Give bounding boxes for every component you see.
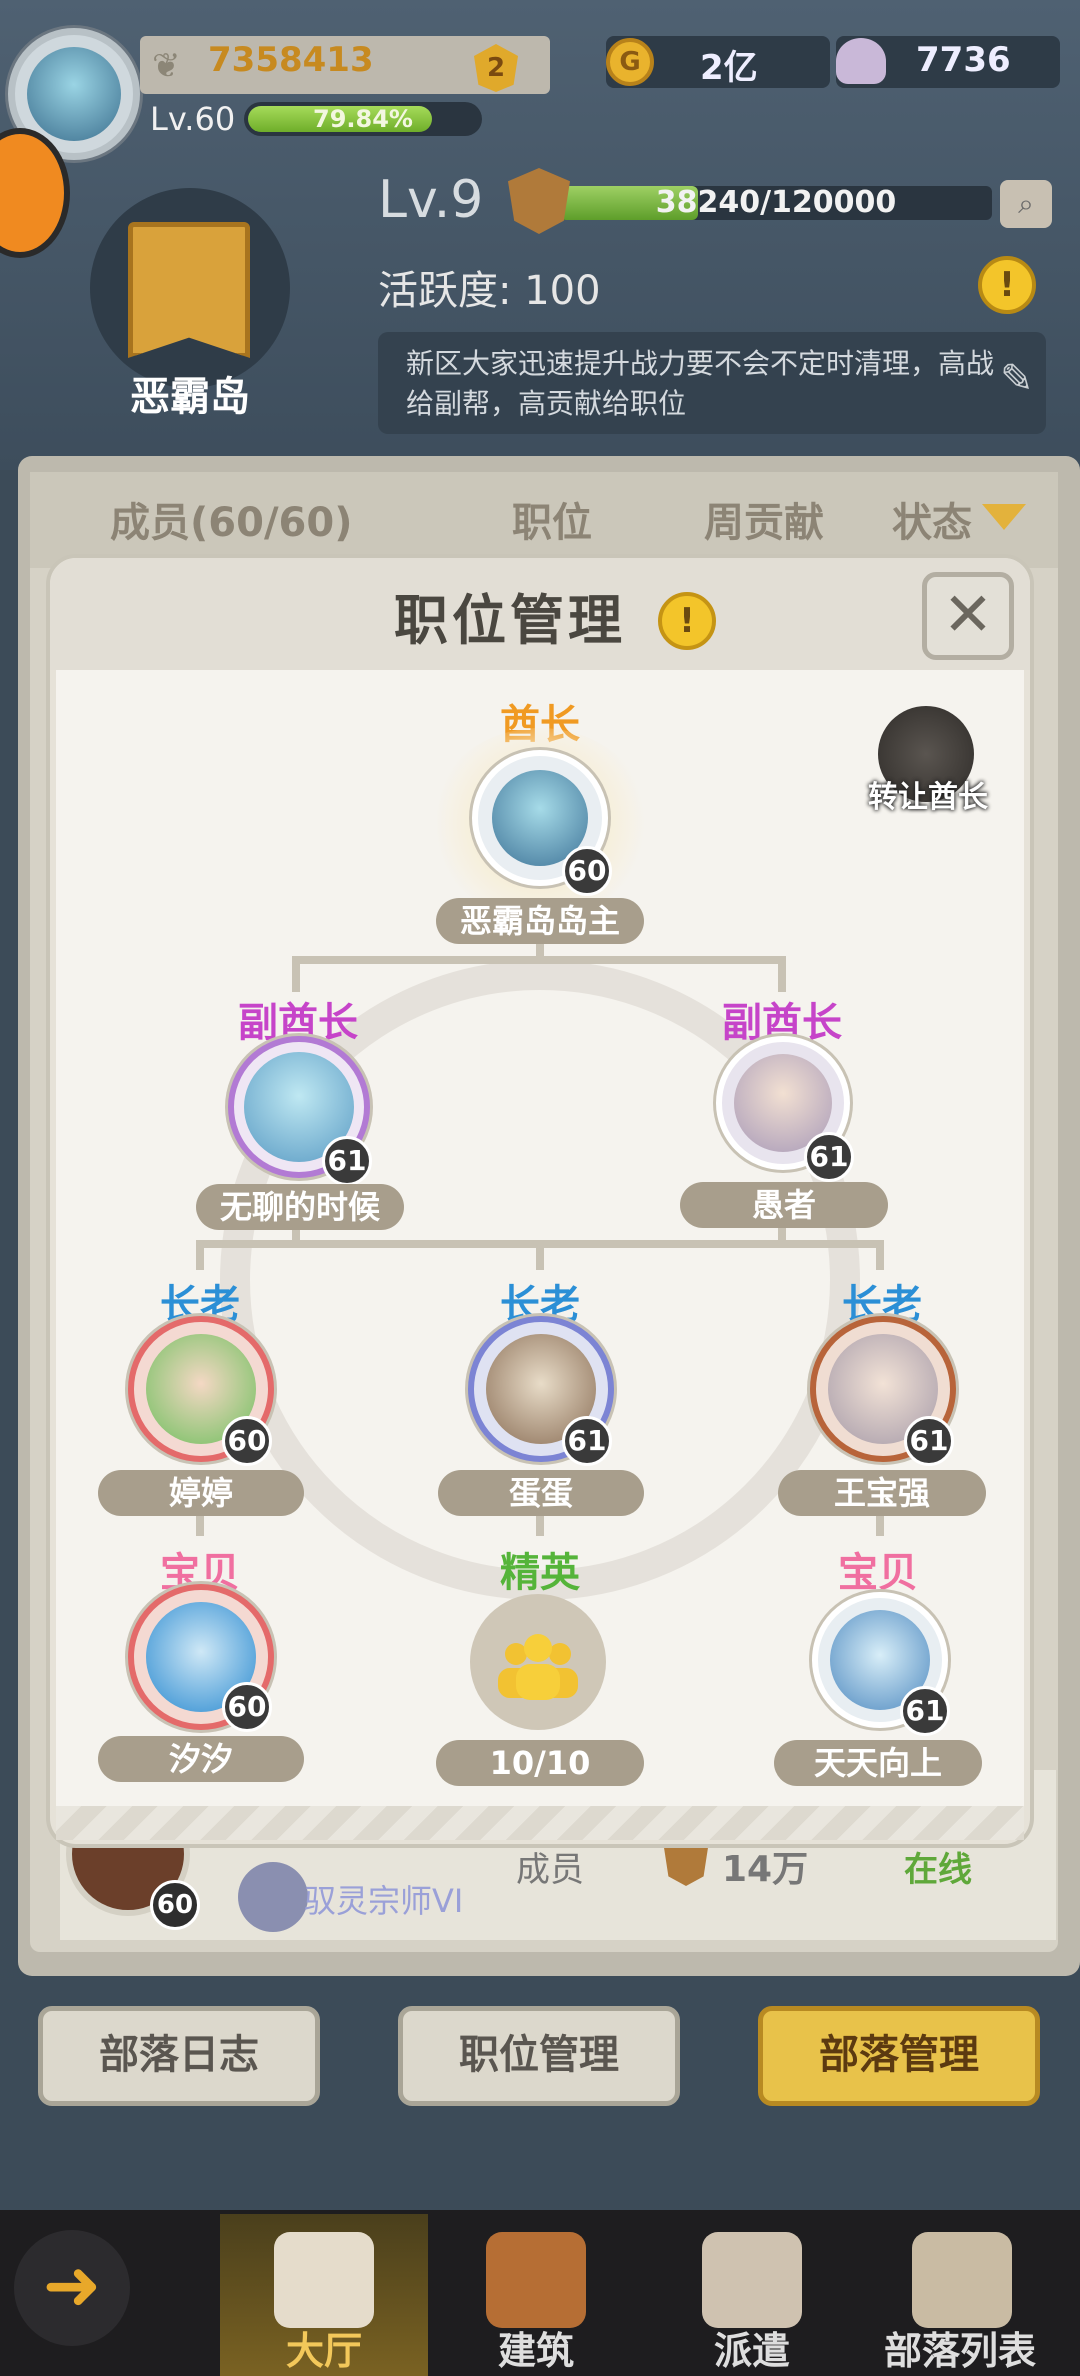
player-exp-text: 79.84% <box>313 105 413 133</box>
tree-line <box>536 1240 544 1270</box>
member-status: 在线 <box>904 1850 972 1890</box>
nav-dispatch[interactable]: 派遣 <box>652 2320 852 2375</box>
member-role: 成员 <box>516 1850 584 1890</box>
nav-tribe-list[interactable]: 部落列表 <box>860 2320 1060 2375</box>
tribe-activity: 活跃度: 100 <box>378 268 601 314</box>
position-manage-button[interactable]: 职位管理 <box>398 2006 680 2106</box>
gold-value: 2亿 <box>700 48 758 88</box>
elder-name: 婷婷 <box>98 1470 304 1516</box>
tab-position[interactable]: 职位 <box>512 490 592 548</box>
level-badge: 60 <box>562 846 612 896</box>
level-badge: 60 <box>150 1880 200 1930</box>
close-icon[interactable]: ✕ <box>922 572 1014 660</box>
tab-weekly[interactable]: 周贡献 <box>704 490 824 548</box>
group-icon <box>498 1634 578 1700</box>
tribe-exp-text: 38240/120000 <box>655 185 897 220</box>
level-badge: 60 <box>222 1682 272 1732</box>
nav-hall[interactable]: 大厅 <box>224 2320 424 2375</box>
member-contribution: 14万 <box>722 1849 809 1890</box>
tab-members[interactable]: 成员(60/60) <box>110 490 353 548</box>
elite-count: 10/10 <box>436 1740 644 1786</box>
tree-line <box>292 956 786 964</box>
member-title: 驭灵宗师VI <box>304 1882 464 1920</box>
warning-icon[interactable]: ! <box>978 256 1036 314</box>
rank-emblem-icon <box>238 1862 308 1932</box>
search-icon[interactable]: ⌕ <box>1000 180 1052 228</box>
chief-name: 恶霸岛岛主 <box>436 898 644 944</box>
sort-triangle-icon[interactable] <box>982 504 1026 530</box>
back-arrow-icon[interactable]: ➜ <box>14 2230 130 2346</box>
tribe-level: Lv.9 <box>378 170 484 230</box>
warning-icon[interactable]: ! <box>658 592 716 650</box>
vice-chief-name: 无聊的时候 <box>196 1184 404 1230</box>
shell-icon <box>836 38 886 84</box>
hall-icon <box>274 2232 374 2328</box>
tab-status[interactable]: 状态 <box>892 490 972 548</box>
feather-icon: ❦ <box>152 46 181 86</box>
tree-line <box>876 1240 884 1270</box>
tribe-notice: 新区大家迅速提升战力要不会不定时清理，高战给副帮，高贡献给职位 <box>378 332 1046 434</box>
tree-line <box>292 956 300 992</box>
tree-line <box>778 956 786 992</box>
tribe-list-icon <box>912 2232 1012 2328</box>
tribe-log-button[interactable]: 部落日志 <box>38 2006 320 2106</box>
baby-name: 汐汐 <box>98 1736 304 1782</box>
level-badge: 60 <box>222 1416 272 1466</box>
tribe-name: 恶霸岛 <box>130 374 250 420</box>
dispatch-icon <box>702 2232 802 2328</box>
edit-icon[interactable]: ✎ <box>1000 356 1034 416</box>
level-badge: 61 <box>804 1132 854 1182</box>
modal-bottom-border <box>56 1806 1024 1840</box>
baby-name: 天天向上 <box>774 1740 982 1786</box>
coin-icon: G <box>606 38 654 86</box>
elder-name: 王宝强 <box>778 1470 986 1516</box>
tribe-manage-button[interactable]: 部落管理 <box>758 2006 1040 2106</box>
role-elite: 精英 <box>500 1550 580 1596</box>
shell-value: 7736 <box>916 40 1011 80</box>
building-icon <box>486 2232 586 2328</box>
power-value: 7358413 <box>208 40 374 80</box>
modal-title: 职位管理 <box>394 589 626 652</box>
elder-name: 蛋蛋 <box>438 1470 644 1516</box>
level-badge: 61 <box>900 1686 950 1736</box>
vice-chief-name: 愚者 <box>680 1182 888 1228</box>
level-badge: 61 <box>322 1136 372 1186</box>
role-baby: 宝贝 <box>838 1550 918 1596</box>
level-badge: 61 <box>562 1416 612 1466</box>
transfer-label[interactable]: 转让酋长 <box>848 772 1008 816</box>
level-badge: 61 <box>904 1416 954 1466</box>
player-level: Lv.60 <box>150 100 236 138</box>
tree-line <box>196 1240 204 1270</box>
tribe-notice-text: 新区大家迅速提升战力要不会不定时清理，高战给副帮，高贡献给职位 <box>406 347 995 420</box>
nav-building[interactable]: 建筑 <box>436 2320 636 2375</box>
